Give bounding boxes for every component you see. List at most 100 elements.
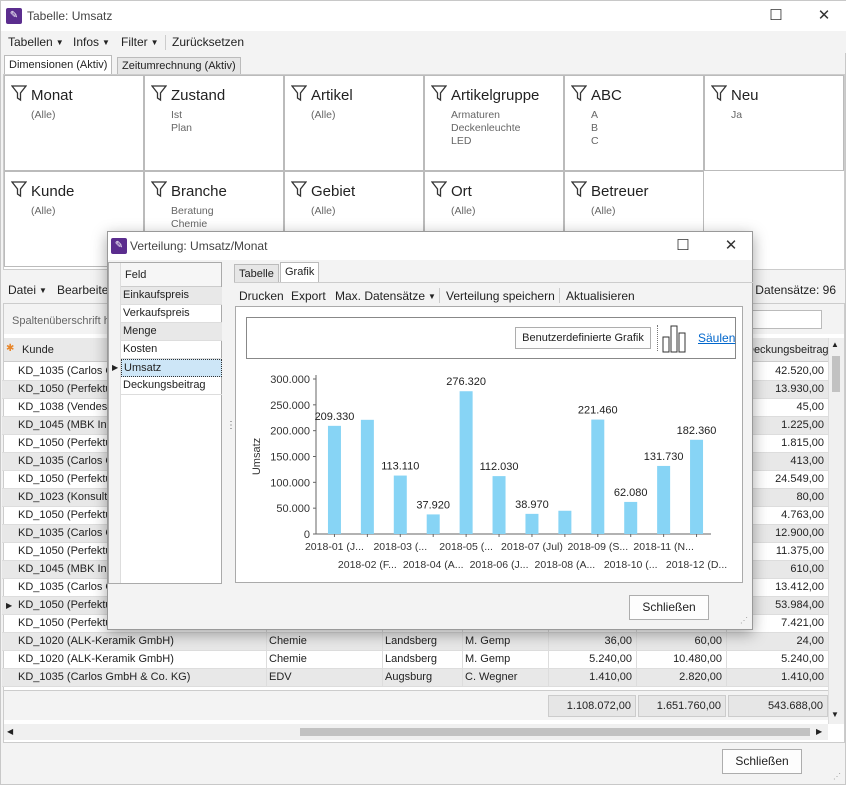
field-item[interactable]: Kosten xyxy=(121,341,222,359)
filter-icon xyxy=(711,85,727,102)
cell-gebiet: Landsberg xyxy=(382,651,462,669)
horizontal-scrollbar[interactable]: ◀ ▶ xyxy=(4,724,828,740)
cell-betreuer: M. Gemp xyxy=(462,651,548,669)
dimension-value: (Alle) xyxy=(31,205,56,217)
export-button[interactable]: Export xyxy=(291,289,326,303)
menu-infos[interactable]: Infos ▼ xyxy=(73,35,110,49)
bar xyxy=(591,419,605,534)
custom-chart-button[interactable]: Benutzerdefinierte Grafik xyxy=(515,327,651,349)
total-vk: 1.651.760,00 xyxy=(638,695,726,717)
tab-grafik[interactable]: Grafik xyxy=(280,262,320,282)
dimension-value: (Alle) xyxy=(311,109,336,121)
dimension-abc[interactable]: ABC A B C xyxy=(564,75,704,171)
resize-grip-icon[interactable]: ⋰ xyxy=(833,772,841,781)
chart-divider xyxy=(657,325,658,351)
save-distribution-button[interactable]: Verteilung speichern xyxy=(446,289,555,303)
tab-zeitumrechnung[interactable]: Zeitumrechnung (Aktiv) xyxy=(117,57,241,74)
x-tick-label: 2018-09 (S... xyxy=(567,541,628,553)
hscroll-thumb[interactable] xyxy=(300,728,810,736)
refresh-button[interactable]: Aktualisieren xyxy=(566,289,635,303)
dialog-close-icon[interactable]: ✕ xyxy=(716,231,746,261)
table-row[interactable]: KD_1020 (ALK-Keramik GmbH) Chemie Landsber… xyxy=(2,633,828,651)
x-tick-label: 2018-07 (Jul) xyxy=(501,541,563,553)
dimension-artikelgruppe[interactable]: Artikelgruppe Armaturen Deckenleuchte LED xyxy=(424,75,564,171)
field-item[interactable]: Deckungsbeitrag xyxy=(121,377,222,395)
bar xyxy=(624,501,638,534)
dimension-monat[interactable]: Monat (Alle) xyxy=(4,75,144,171)
col-deckungsbeitrag[interactable]: Deckungsbeitrag xyxy=(746,344,829,356)
row-indicator-icon: ▶ xyxy=(6,601,13,610)
filter-icon xyxy=(151,181,167,198)
close-button[interactable]: Schließen xyxy=(722,749,802,774)
dimension-value: Armaturen xyxy=(451,109,501,121)
scroll-left-icon[interactable]: ◀ xyxy=(7,727,13,736)
scroll-up-icon[interactable]: ▲ xyxy=(831,340,839,349)
dimension-value: B xyxy=(591,122,599,134)
dialog-toolbar: Drucken Export Max. Datensätze ▼ Verteilu… xyxy=(234,282,753,307)
x-tick-label: 2018-06 (J... xyxy=(470,559,529,571)
tab-tabelle[interactable]: Tabelle xyxy=(234,264,279,282)
dimension-name: Artikelgruppe xyxy=(451,87,540,104)
x-tick-label: 2018-11 (N... xyxy=(633,541,694,553)
max-records-menu[interactable]: Max. Datensätze ▼ xyxy=(335,289,436,303)
maximize-icon[interactable]: ☐ xyxy=(761,1,791,31)
resize-grip-icon[interactable]: ⋰ xyxy=(740,616,748,625)
column-chart-link[interactable]: Säulen xyxy=(698,331,735,345)
field-list: Feld Einkaufspreis Verkaufspreis Menge Kost… xyxy=(108,262,222,584)
x-tick-label: 2018-02 (F... xyxy=(338,559,397,571)
scroll-down-icon[interactable]: ▼ xyxy=(831,710,839,719)
y-tick-label: 200.000 xyxy=(270,426,310,438)
print-button[interactable]: Drucken xyxy=(239,289,284,303)
dimension-zustand[interactable]: Zustand Ist Plan xyxy=(144,75,284,171)
bar xyxy=(426,514,440,534)
cell-vk: 60,00 xyxy=(636,633,726,651)
field-item[interactable]: Menge xyxy=(121,323,222,341)
close-icon[interactable]: ✕ xyxy=(809,1,839,31)
data-label: 276.320 xyxy=(446,376,486,388)
cell-branche: Chemie xyxy=(266,651,382,669)
menu-datei[interactable]: Datei ▼ xyxy=(8,283,47,297)
tab-dimensions[interactable]: Dimensionen (Aktiv) xyxy=(4,55,113,74)
dialog-maximize-icon[interactable]: ☐ xyxy=(668,231,698,261)
bar xyxy=(558,510,572,534)
chart-type-bar: Benutzerdefinierte Grafik Säulen xyxy=(246,317,736,359)
dimension-value: C xyxy=(591,135,599,147)
field-item[interactable]: Verkaufspreis xyxy=(121,305,222,323)
row-indicator-icon: ▶ xyxy=(112,363,119,372)
menu-tabellen[interactable]: Tabellen ▼ xyxy=(8,35,64,49)
field-item[interactable]: Einkaufspreis xyxy=(121,287,222,305)
col-kunde[interactable]: Kunde xyxy=(22,344,54,356)
scroll-thumb[interactable] xyxy=(832,356,840,392)
cell-betreuer: M. Gemp xyxy=(462,633,548,651)
dimension-value: (Alle) xyxy=(311,205,336,217)
scroll-right-icon[interactable]: ▶ xyxy=(816,727,822,736)
menu-filter[interactable]: Filter ▼ xyxy=(121,35,159,49)
grid-search-input[interactable] xyxy=(752,310,822,329)
filter-icon xyxy=(291,181,307,198)
vertical-scrollbar[interactable]: ▲ ▼ xyxy=(828,338,844,724)
dimension-value: LED xyxy=(451,135,472,147)
dimension-name: ABC xyxy=(591,87,622,104)
dimension-value: Beratung xyxy=(171,205,214,217)
dimension-values: Ja xyxy=(731,109,742,122)
field-item[interactable]: Umsatz xyxy=(121,359,222,377)
edit-icon: ✎ xyxy=(6,8,22,24)
dimension-artikel[interactable]: Artikel (Alle) xyxy=(284,75,424,171)
data-label: 38.970 xyxy=(515,499,549,511)
column-chart-icon[interactable] xyxy=(661,323,687,353)
menu-reset[interactable]: Zurücksetzen xyxy=(172,35,244,49)
y-tick-label: 150.000 xyxy=(270,452,310,464)
toolbar-separator xyxy=(559,288,560,303)
dimension-neu[interactable]: Neu Ja xyxy=(704,75,844,171)
dimension-name: Betreuer xyxy=(591,183,649,200)
dimension-value: Ja xyxy=(731,109,743,121)
totals-row: 1.108.072,00 1.651.760,00 543.688,00 xyxy=(4,690,828,720)
cell-branche: Chemie xyxy=(266,633,382,651)
dimension-values: (Alle) xyxy=(311,109,336,122)
dialog-close-button[interactable]: Schließen xyxy=(629,595,709,620)
table-row[interactable]: KD_1020 (ALK-Keramik GmbH) Chemie Landsber… xyxy=(2,651,828,669)
table-row[interactable]: KD_1035 (Carlos GmbH & Co. KG) EDV Augsbur… xyxy=(2,669,828,687)
filter-icon xyxy=(431,85,447,102)
y-tick-label: 250.000 xyxy=(270,400,310,412)
data-label: 112.030 xyxy=(480,461,519,473)
